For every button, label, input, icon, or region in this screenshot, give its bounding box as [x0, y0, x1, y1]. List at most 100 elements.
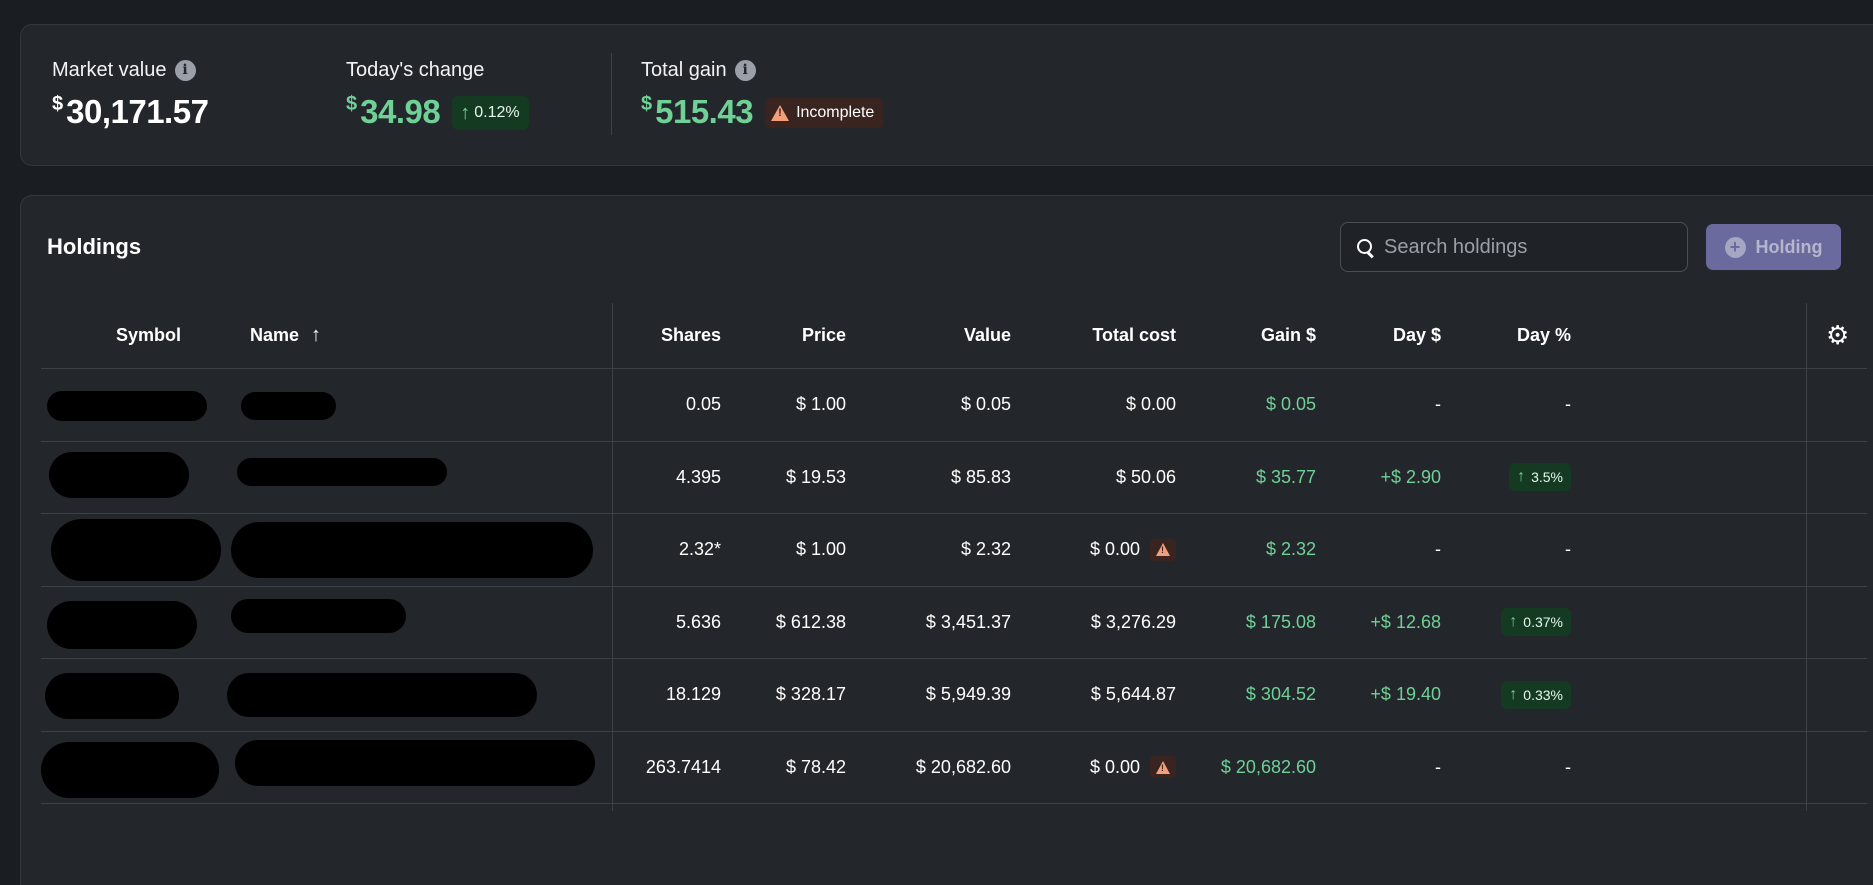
table-row[interactable]: 4.395 $ 19.53 $ 85.83 $ 50.06 $ 35.77 +$… [41, 442, 1867, 514]
summary-divider [611, 53, 612, 135]
day-percent-cell: ↑ 3.5% [1441, 442, 1571, 514]
column-header-price[interactable]: Price [721, 303, 846, 368]
column-header-day-dollar[interactable]: Day $ [1316, 303, 1441, 368]
total-gain-label: Total gain [641, 58, 727, 81]
shares-cell: 0.05 [685, 394, 721, 415]
day-percent-cell: ↑ 0.33% [1441, 659, 1571, 731]
todays-change-label: Today's change [346, 58, 485, 81]
day-percent-cell: - [1565, 394, 1571, 415]
info-icon[interactable]: i [174, 59, 196, 81]
table-row[interactable]: 0.05 $ 1.00 $ 0.05 $ 0.00 $ 0.05 - - [41, 369, 1867, 442]
column-header-shares[interactable]: Shares [612, 303, 721, 368]
day-dollar-cell: +$ 2.90 [1380, 466, 1441, 487]
arrow-up-icon: ↑ [1509, 685, 1518, 703]
price-cell: $ 1.00 [795, 539, 846, 560]
value-cell: $ 0.05 [960, 394, 1011, 415]
redacted-name [227, 673, 537, 717]
sort-ascending-icon: ↑ [311, 324, 322, 346]
value-cell: $ 20,682.60 [915, 756, 1011, 777]
day-dollar-cell: - [1435, 394, 1441, 415]
redacted-symbol [47, 391, 207, 421]
column-header-gain[interactable]: Gain $ [1176, 303, 1316, 368]
redacted-symbol [41, 741, 219, 798]
holdings-table: Symbol Name ↑ Shares Price Value Total c… [41, 303, 1867, 811]
day-percent-badge: ↑ 3.5% [1509, 463, 1571, 492]
shares-cell: 2.32* [678, 539, 721, 560]
gain-cell: $ 304.52 [1245, 684, 1316, 705]
redacted-name [231, 522, 593, 578]
incomplete-label: Incomplete [796, 104, 875, 121]
search-icon [1357, 238, 1374, 256]
value-cell: $ 3,451.37 [925, 611, 1011, 632]
todays-change-amount: 34.98 [360, 93, 441, 130]
search-holdings-input[interactable] [1384, 235, 1664, 259]
add-holding-button[interactable]: + Holding [1706, 224, 1841, 270]
todays-change-percent-badge: ↑ 0.12% [452, 96, 529, 130]
gain-cell: $ 20,682.60 [1220, 756, 1316, 777]
warning-icon [1156, 543, 1170, 557]
total-cost-cell: $ 5,644.87 [1090, 684, 1176, 705]
column-header-value[interactable]: Value [846, 303, 1011, 368]
value-cell: $ 2.32 [960, 539, 1011, 560]
arrow-up-icon: ↑ [1517, 468, 1526, 486]
day-percent-cell: ↑ 0.37% [1441, 587, 1571, 659]
day-percent-cell: - [1565, 756, 1571, 777]
day-dollar-cell: - [1435, 539, 1441, 560]
value-cell: $ 85.83 [950, 466, 1011, 487]
column-header-name[interactable]: Name ↑ [250, 303, 321, 368]
price-cell: $ 78.42 [785, 756, 846, 777]
market-value-currency: $ [52, 93, 64, 115]
total-gain-amount: 515.43 [655, 93, 754, 130]
column-header-symbol[interactable]: Symbol [116, 303, 181, 368]
total-cost-cell: $ 0.00 [1011, 514, 1176, 586]
total-gain-currency: $ [641, 93, 653, 115]
day-percent-cell: - [1565, 539, 1571, 560]
table-header: Symbol Name ↑ Shares Price Value Total c… [41, 303, 1867, 369]
gain-cell: $ 35.77 [1255, 466, 1316, 487]
incomplete-badge: Incomplete [765, 98, 884, 128]
add-holding-label: Holding [1755, 236, 1823, 257]
table-row[interactable]: 2.32* $ 1.00 $ 2.32 $ 0.00 $ 2.32 - - [41, 514, 1867, 587]
gain-cell: $ 0.05 [1265, 394, 1316, 415]
redacted-name [231, 598, 406, 633]
shares-cell: 4.395 [675, 466, 721, 487]
total-cost-cell: $ 0.00 [1011, 732, 1176, 804]
redacted-symbol [49, 451, 189, 498]
holdings-card: Holdings + Holding Symbol Name ↑ Shares … [20, 195, 1873, 885]
market-value-label: Market value [52, 58, 167, 81]
warning-icon [771, 105, 790, 121]
table-row[interactable]: 5.636 $ 612.38 $ 3,451.37 $ 3,276.29 $ 1… [41, 587, 1867, 659]
market-value-amount: 30,171.57 [66, 93, 209, 130]
plus-circle-icon: + [1724, 236, 1746, 258]
arrow-up-icon: ↑ [460, 101, 471, 124]
redacted-name [235, 739, 595, 786]
total-cost-cell: $ 0.00 [1125, 394, 1176, 415]
price-cell: $ 19.53 [785, 466, 846, 487]
warning-icon [1156, 760, 1170, 774]
column-header-total-cost[interactable]: Total cost [1011, 303, 1176, 368]
redacted-symbol [47, 600, 197, 649]
warning-badge [1150, 538, 1176, 561]
day-dollar-cell: +$ 19.40 [1370, 684, 1441, 705]
search-box[interactable] [1340, 222, 1688, 272]
portfolio-summary-card: Market value i $ 30,171.57 Today's chang… [20, 24, 1873, 166]
gain-cell: $ 175.08 [1245, 611, 1316, 632]
total-cost-cell: $ 50.06 [1115, 466, 1176, 487]
holdings-title: Holdings [47, 234, 142, 259]
gear-icon[interactable]: ⚙ [1826, 322, 1852, 348]
redacted-name [241, 392, 336, 420]
table-row[interactable]: 263.7414 $ 78.42 $ 20,682.60 $ 0.00 $ 20… [41, 732, 1867, 804]
column-header-day-percent[interactable]: Day % [1441, 303, 1571, 368]
redacted-name [237, 457, 447, 486]
todays-change-percent: 0.12% [474, 104, 520, 121]
market-value-stat: Market value i $ 30,171.57 [52, 57, 209, 133]
gain-cell: $ 2.32 [1265, 539, 1316, 560]
shares-cell: 5.636 [675, 611, 721, 632]
info-icon[interactable]: i [734, 59, 756, 81]
value-cell: $ 5,949.39 [925, 684, 1011, 705]
day-dollar-cell: - [1435, 756, 1441, 777]
total-gain-stat: Total gain i $ 515.43 Incomplete [641, 57, 884, 133]
redacted-symbol [45, 673, 179, 719]
table-row[interactable]: 18.129 $ 328.17 $ 5,949.39 $ 5,644.87 $ … [41, 659, 1867, 732]
todays-change-currency: $ [346, 93, 358, 115]
